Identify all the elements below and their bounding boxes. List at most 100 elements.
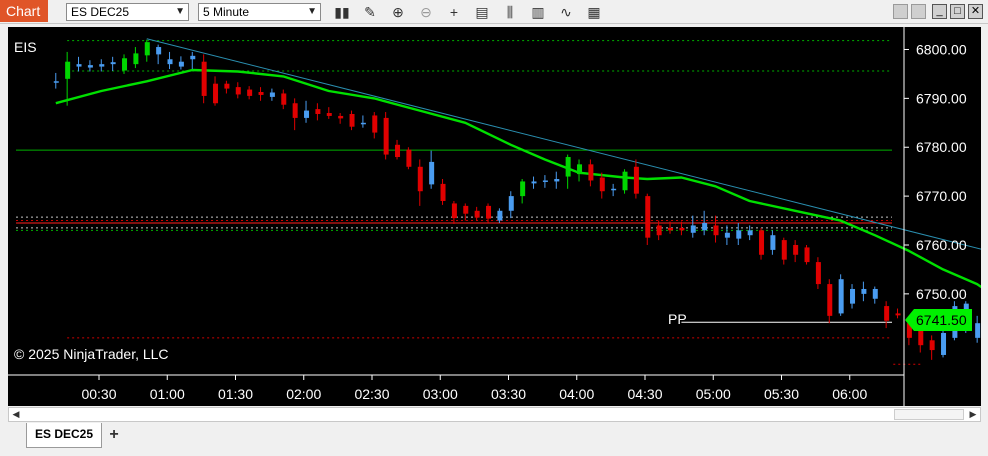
strategies-icon[interactable]: ▥: [529, 3, 547, 21]
chart-style-icon[interactable]: ∿: [557, 3, 575, 21]
zoom-out-icon[interactable]: ⊖: [417, 3, 435, 21]
candle-body: [486, 205, 492, 219]
scroll-right-icon[interactable]: ▶: [966, 408, 980, 421]
candle-body: [110, 62, 116, 65]
indicator-label: EIS: [14, 39, 37, 55]
pivot-label: PP: [668, 311, 687, 327]
chart-toolbar: Chart ES DEC25 ▼ 5 Minute ▼ ▮▮ ✎ ⊕ ⊖ + ▤…: [0, 0, 988, 24]
time-tick-label: 02:00: [286, 386, 321, 402]
zoom-in-icon[interactable]: ⊕: [389, 3, 407, 21]
candle: [793, 240, 799, 263]
candle-body: [645, 196, 651, 238]
scroll-left-icon[interactable]: ◀: [9, 408, 23, 421]
candle-body: [417, 166, 423, 192]
candle-body: [577, 164, 583, 175]
indicators-icon[interactable]: ⫼: [501, 3, 519, 21]
restore-gray-icon: [893, 4, 908, 19]
candle-body: [76, 64, 82, 67]
chart-title-tab[interactable]: Chart: [0, 0, 48, 22]
price-tick-label: 6780.00: [916, 139, 967, 155]
candle-body: [508, 196, 514, 211]
candle-body: [326, 113, 332, 116]
candle: [269, 88, 275, 101]
candle-body: [861, 288, 867, 294]
candle-body: [622, 171, 628, 191]
candle: [395, 139, 401, 160]
candle-body: [497, 210, 503, 221]
candle-body: [224, 83, 230, 89]
candle-body: [975, 323, 981, 338]
candles: [53, 39, 981, 360]
price-tick-label: 6760.00: [916, 237, 967, 253]
candle: [110, 56, 116, 71]
candle-body: [838, 279, 844, 314]
horizontal-scrollbar[interactable]: ◀ ▶: [8, 407, 981, 422]
candle-body: [611, 188, 617, 191]
candle-body: [269, 92, 275, 97]
crosshair-icon[interactable]: +: [445, 3, 463, 21]
time-tick-label: 01:00: [150, 386, 185, 402]
candle-body: [258, 92, 264, 95]
instrument-selector[interactable]: ES DEC25 ▼: [66, 3, 189, 21]
candle: [827, 279, 833, 324]
candle: [178, 56, 184, 70]
candle: [781, 237, 787, 265]
candle-body: [383, 117, 389, 155]
candle: [770, 230, 776, 255]
candle: [713, 215, 719, 243]
chart-panel[interactable]: 6800.00 6790.00 6780.00 6770.00 6760.00 6750.…: [8, 27, 981, 406]
candle-body: [520, 181, 526, 197]
candle: [65, 51, 71, 106]
candle-body: [895, 313, 901, 316]
candle-body: [941, 332, 947, 355]
bars-type-icon[interactable]: ▮▮: [333, 3, 351, 21]
candle-body: [781, 240, 787, 260]
pin-gray-icon: [911, 4, 926, 19]
interval-selector[interactable]: 5 Minute ▼: [198, 3, 321, 21]
scroll-thumb[interactable]: [894, 409, 964, 420]
data-box-icon[interactable]: ▤: [473, 3, 491, 21]
candle-body: [122, 58, 128, 71]
candle-body: [201, 61, 207, 96]
candle-body: [884, 306, 890, 321]
candle-body: [565, 157, 571, 177]
candle: [406, 147, 412, 170]
candle: [542, 175, 548, 188]
price-axis[interactable]: 6800.00 6790.00 6780.00 6770.00 6760.00 6750.…: [904, 41, 967, 302]
candle: [850, 284, 856, 309]
candle: [190, 51, 196, 70]
candle: [281, 89, 287, 110]
candle-body: [53, 81, 59, 83]
draw-tool-icon[interactable]: ✎: [361, 3, 379, 21]
candle-body: [213, 83, 219, 104]
candle-body: [395, 144, 401, 158]
maximize-icon[interactable]: □: [950, 4, 965, 19]
plus-icon[interactable]: +: [104, 425, 124, 445]
candle-body: [429, 161, 435, 185]
candle: [349, 110, 355, 131]
time-axis[interactable]: 00:30 01:00 01:30 02:00 02:30 03:00 03:30 04:00…: [81, 375, 867, 402]
candle: [872, 286, 878, 304]
close-icon[interactable]: ✕: [968, 4, 983, 19]
candle-body: [793, 244, 799, 255]
candle-body: [372, 115, 378, 133]
price-tick-label: 6770.00: [916, 188, 967, 204]
candle: [565, 154, 571, 189]
candle-body: [190, 55, 196, 60]
time-tick-label: 00:30: [81, 386, 116, 402]
tab-es-dec25[interactable]: ES DEC25: [26, 423, 102, 448]
candle: [520, 179, 526, 204]
candle: [326, 107, 332, 119]
candle-body: [679, 227, 685, 231]
candle: [895, 308, 901, 319]
time-tick-label: 03:30: [491, 386, 526, 402]
candle: [724, 225, 730, 245]
price-chart[interactable]: 6800.00 6790.00 6780.00 6770.00 6760.00 6750.…: [8, 27, 981, 406]
candle-body: [360, 122, 366, 125]
time-tick-label: 05:30: [764, 386, 799, 402]
candle: [941, 330, 947, 358]
candle-body: [304, 110, 310, 118]
minimize-icon[interactable]: _: [932, 4, 947, 19]
candle: [645, 193, 651, 245]
properties-icon[interactable]: ▦: [585, 3, 603, 21]
